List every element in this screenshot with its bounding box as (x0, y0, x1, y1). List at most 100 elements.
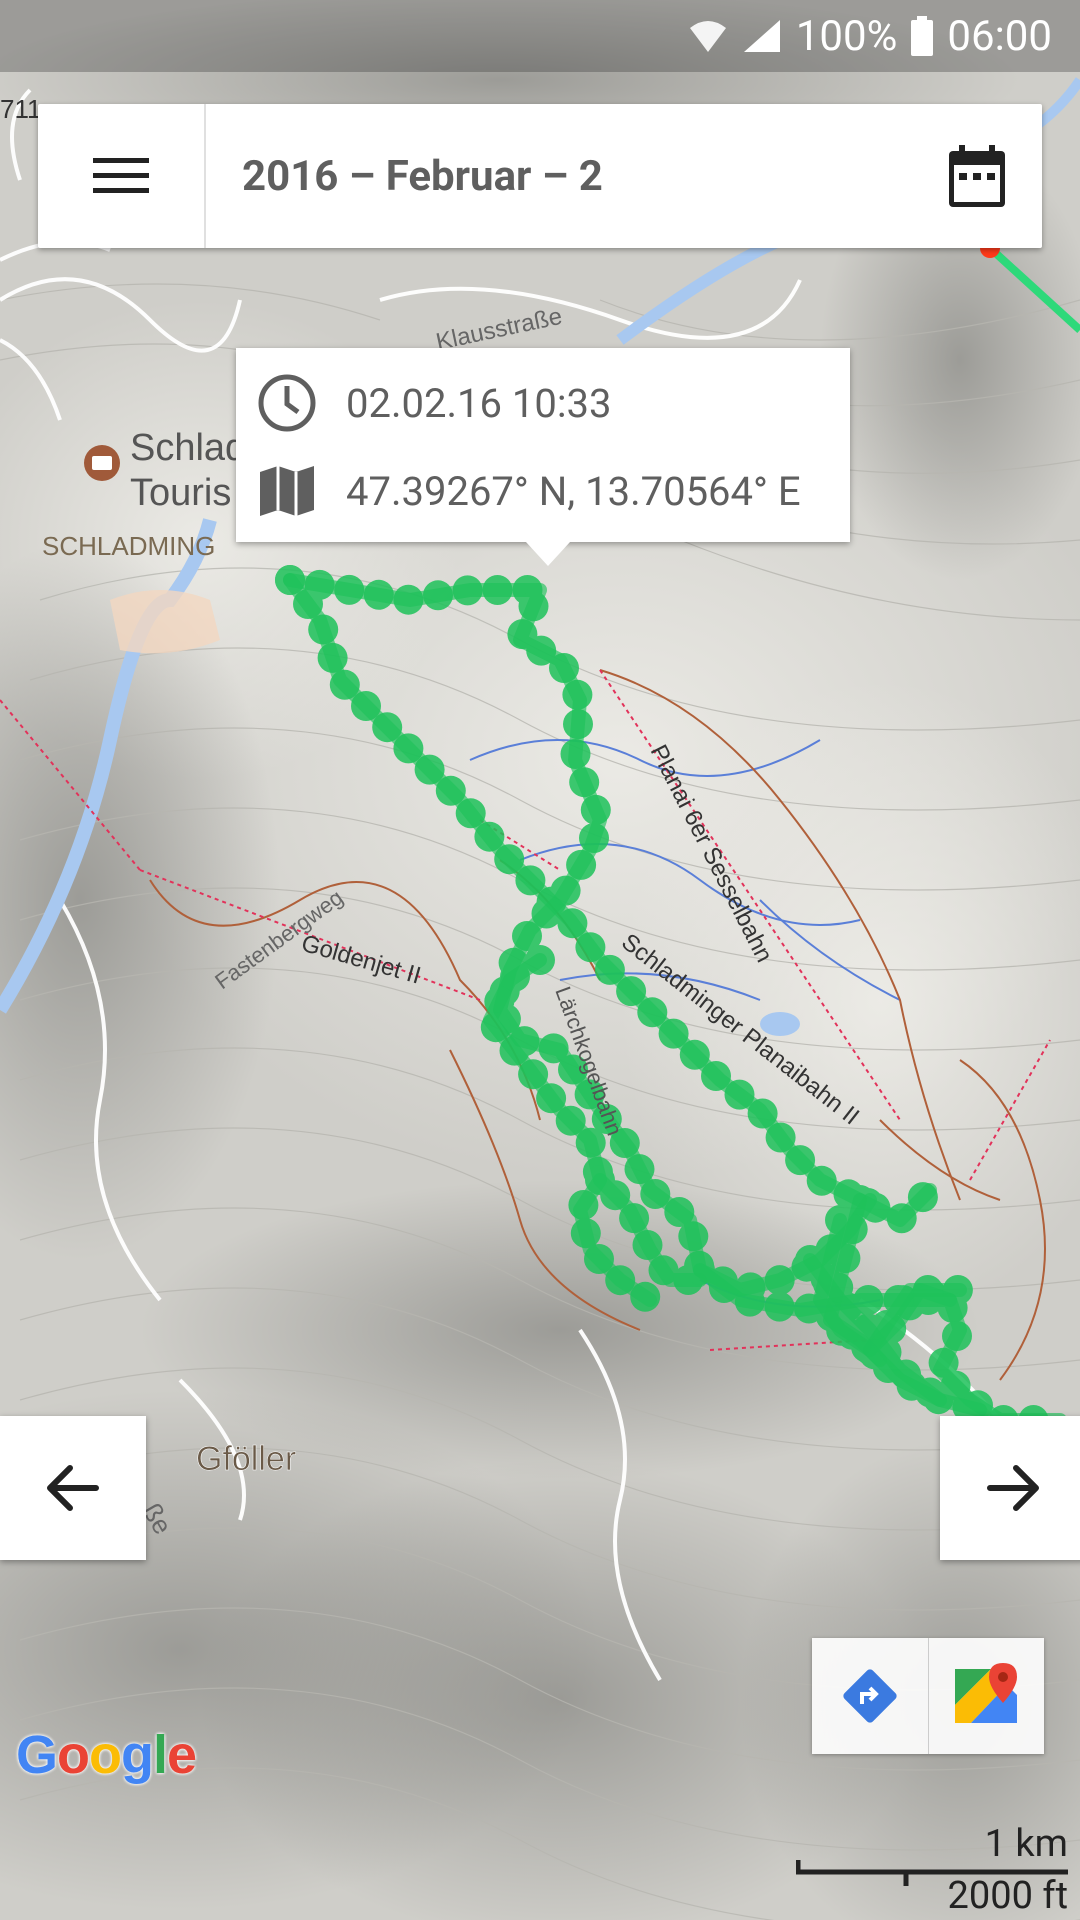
gps-point (915, 1377, 946, 1408)
gps-point (640, 1179, 671, 1209)
gps-point (351, 691, 381, 721)
gps-point (734, 1286, 765, 1317)
gps-point (806, 1165, 837, 1196)
gps-point (414, 754, 445, 785)
gps-point (499, 1035, 530, 1066)
gps-point (570, 1218, 601, 1249)
gps-point (853, 1285, 884, 1315)
scale-imperial: 2000 ft (947, 1874, 1069, 1918)
gps-point (594, 954, 625, 985)
next-button[interactable] (940, 1416, 1080, 1560)
top-app-bar: 2016 – Februar – 2 (38, 104, 1042, 248)
gps-point (584, 1244, 614, 1274)
gps-point (907, 1182, 938, 1213)
date-title[interactable]: 2016 – Februar – 2 (206, 152, 912, 201)
gps-point (474, 821, 505, 852)
coordinates-row: 47.39267° N, 13.70564° E (258, 464, 801, 518)
gps-point (480, 1012, 511, 1043)
timestamp-text: 02.02.16 10:33 (346, 379, 612, 427)
gps-point (455, 798, 486, 829)
gps-point (308, 614, 339, 645)
gps-point (679, 1039, 710, 1070)
wifi-icon (688, 18, 728, 54)
gps-point (393, 584, 424, 615)
gps-point (836, 1319, 867, 1350)
gps-point (940, 1370, 971, 1401)
gps-point (317, 642, 348, 673)
calendar-button[interactable] (912, 104, 1042, 248)
gps-point (518, 591, 549, 622)
map-label-town: Schlad (130, 427, 246, 469)
gps-point (785, 1145, 816, 1176)
gps-point (536, 1083, 567, 1114)
gps-point (937, 1292, 968, 1323)
gps-point (830, 1243, 861, 1274)
gps-point (619, 1203, 650, 1234)
gps-point (452, 575, 483, 606)
gps-point (795, 1245, 825, 1275)
gps-point (823, 1272, 854, 1303)
directions-button[interactable] (812, 1638, 928, 1754)
location-info-popup[interactable]: 02.02.16 10:33 47.39267° N, 13.70564° E (236, 348, 850, 566)
clock-time: 06:00 (947, 11, 1052, 61)
map-label-gfoeller: Gföller (196, 1440, 296, 1478)
scale-bar: 1 km 2000 ft (796, 1822, 1068, 1920)
gps-point (883, 1285, 914, 1315)
gps-point (482, 575, 513, 605)
gps-point (484, 986, 515, 1017)
gps-point (701, 1061, 731, 1091)
gps-point (393, 733, 424, 764)
map-label-road-711: 711 (0, 94, 41, 124)
gps-point (334, 574, 365, 605)
map-icon (260, 466, 314, 516)
maps-toolbar (812, 1638, 1044, 1754)
gps-point (550, 875, 581, 906)
gps-point (304, 569, 335, 600)
gps-point (329, 669, 360, 700)
gps-point (515, 865, 546, 896)
calendar-icon (949, 145, 1005, 207)
previous-button[interactable] (0, 1416, 146, 1560)
gps-point (372, 712, 403, 743)
gps-point (275, 565, 305, 595)
gps-point (525, 945, 555, 975)
gps-point (859, 1339, 890, 1370)
gps-point (764, 1265, 795, 1296)
gps-point (575, 932, 606, 963)
gps-point (423, 580, 453, 611)
gps-point (724, 1079, 755, 1110)
map-view[interactable]: Schlad Touris SCHLADMING 711 Klausstraße… (0, 0, 1080, 1920)
gps-point (494, 844, 525, 875)
gps-point (658, 1018, 689, 1049)
gps-point (549, 653, 579, 683)
battery-percent: 100% (795, 11, 898, 61)
open-google-maps-button[interactable] (927, 1638, 1045, 1754)
gps-point (886, 1203, 917, 1234)
menu-button[interactable] (38, 104, 206, 248)
clock-icon (258, 374, 316, 432)
gps-point (942, 1321, 972, 1351)
gps-point (579, 823, 609, 853)
gps-point (765, 1122, 796, 1153)
gps-point (569, 767, 600, 798)
gps-point (678, 1221, 709, 1252)
gps-point (616, 976, 647, 1007)
gps-point (764, 1291, 795, 1322)
gps-point (891, 1359, 922, 1390)
gps-point (837, 1214, 868, 1245)
gps-point (630, 1281, 661, 1312)
hamburger-menu-icon (93, 158, 149, 193)
gps-point (580, 794, 611, 825)
gps-point (575, 1127, 606, 1158)
gps-point (747, 1098, 778, 1129)
gps-point (709, 1273, 739, 1303)
gps-point (568, 1190, 599, 1220)
gps-point (605, 1265, 636, 1296)
gps-point (563, 709, 593, 740)
gps-point (632, 1230, 663, 1260)
gps-point (585, 1165, 615, 1195)
gps-point (557, 908, 588, 939)
signal-icon (742, 18, 782, 54)
map-label-tourist: Touris (130, 472, 231, 514)
gps-point (435, 775, 466, 806)
